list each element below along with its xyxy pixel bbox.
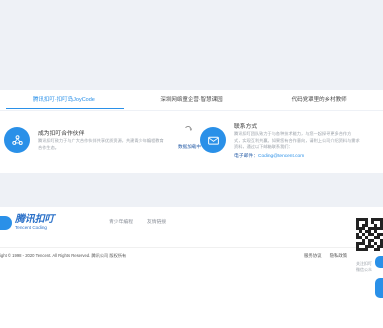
email-label: 电子邮件： xyxy=(234,154,258,159)
wechat-qr-code xyxy=(356,218,383,251)
mail-icon xyxy=(207,136,219,145)
loading-spinner-icon xyxy=(185,126,193,132)
footer-link-friends[interactable]: 友情链接 xyxy=(147,218,166,225)
footer xyxy=(0,207,383,328)
partner-desc-1: 腾讯扣叮致力于与广大合作伙伴共享优质资源，共建青少年编程教育 xyxy=(38,138,164,143)
tab-rural-teacher[interactable]: 代码党罩里的乡村教师 xyxy=(255,90,383,110)
privacy-policy-link[interactable]: 隐私政策 xyxy=(330,253,348,259)
tab-smart-campus[interactable]: 深圳网络童企营·智慧课园 xyxy=(128,90,256,110)
middle-background-band xyxy=(0,173,383,207)
terms-of-service-link[interactable]: 服务协议 xyxy=(304,253,322,259)
float-feedback-tab[interactable] xyxy=(375,256,383,268)
copyright-text: ight © 1998 - 2020 Tencent. All Rights R… xyxy=(0,253,127,258)
partner-icon-circle xyxy=(4,127,30,153)
contact-desc-3: 资料，通过以下邮箱联系我们： xyxy=(234,144,293,149)
footer-links: 青少年编程 友情链接 xyxy=(109,218,166,225)
email-link[interactable]: Coding@tencent.com xyxy=(258,154,304,159)
footer-link-coding[interactable]: 青少年编程 xyxy=(109,218,133,225)
contact-desc-2: 式，实现互利共赢。如果您有合作意向，请附上公司介绍资料与需求 xyxy=(234,137,360,143)
contact-icon-circle xyxy=(200,127,226,153)
partner-title: 成为扣叮合作伙伴 xyxy=(38,131,85,137)
qr-caption-line-2: 微信公众 xyxy=(356,267,372,272)
contact-email-row: 电子邮件：Coding@tencent.com xyxy=(234,152,304,159)
tab-joycode[interactable]: 腾讯扣叮·扣叮岛JoyCode xyxy=(0,90,128,110)
partner-desc-2: 合作生态。 xyxy=(38,144,59,150)
footer-divider xyxy=(0,247,383,248)
float-service-tab[interactable] xyxy=(375,278,383,298)
project-tabs: 腾讯扣叮·扣叮岛JoyCode 深圳网络童企营·智慧课园 代码党罩里的乡村教师 xyxy=(0,90,383,110)
logo-text-cn: 腾讯扣叮 xyxy=(15,214,55,226)
contact-title: 联系方式 xyxy=(234,124,258,130)
qr-caption: 关注扣叮 微信公众 xyxy=(356,261,372,273)
footer-logo[interactable]: 腾讯扣叮 Tencent Coding xyxy=(0,214,54,232)
policy-links: 服务协议 隐私政策 xyxy=(304,253,347,259)
contact-desc-1: 腾讯扣叮团队致力于与各种技术能力，与您一起探寻更多合作方 xyxy=(234,131,352,136)
logo-text-en: Tencent Coding xyxy=(15,225,47,231)
handshake-icon xyxy=(11,134,23,145)
loading-label: 数据加载中 xyxy=(178,144,201,149)
logo-mark-icon xyxy=(0,216,12,230)
top-background-band xyxy=(0,0,383,90)
